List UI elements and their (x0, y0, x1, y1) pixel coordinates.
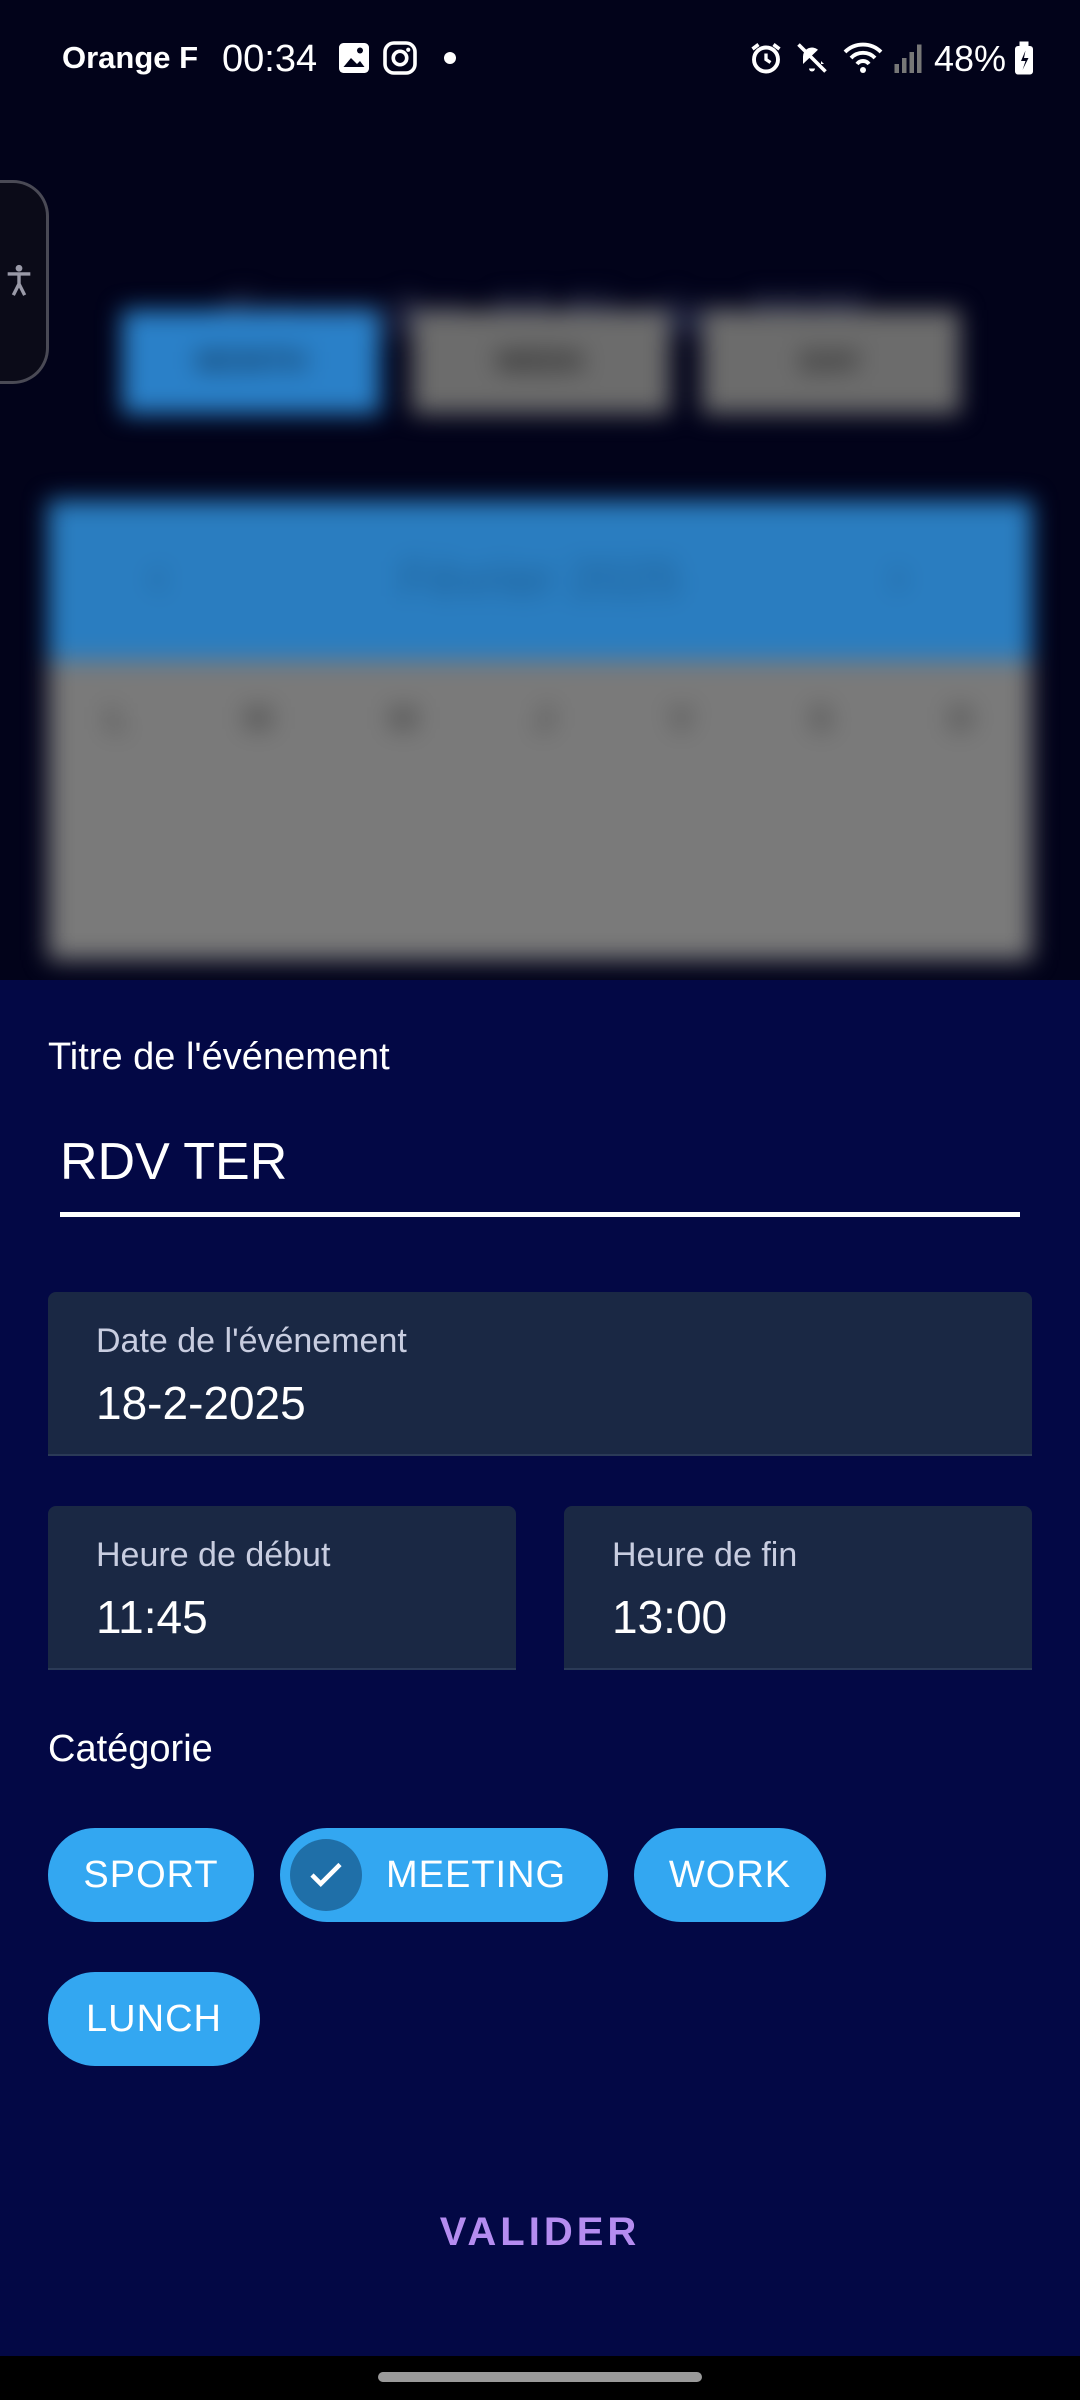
tab-month: MONTH (122, 310, 380, 414)
category-chip-sport[interactable]: SPORT (48, 1828, 254, 1922)
event-title-label: Titre de l'événement (48, 1036, 390, 1078)
calendar-header: ‹ Février 2025 › (48, 500, 1032, 660)
category-chip-work[interactable]: WORK (634, 1828, 826, 1922)
event-title-input[interactable]: RDV TER (60, 1132, 1020, 1217)
accessibility-icon (7, 264, 31, 296)
start-time-value: 11:45 (96, 1591, 208, 1643)
event-date-field[interactable]: Date de l'événement 18-2-2025 (48, 1292, 1032, 1456)
weekday: M (244, 700, 273, 738)
alarm-icon (751, 43, 781, 74)
event-date-value: 18-2-2025 (96, 1377, 306, 1429)
chip-label: MEETING (386, 1853, 567, 1896)
end-time-label: Heure de fin (612, 1536, 798, 1574)
weekday: L (106, 700, 128, 738)
background-calendar-app: dimanche, 16 février 2025 MONTH WEEK DAY… (0, 120, 1080, 980)
start-time-field[interactable]: Heure de début 11:45 (48, 1506, 516, 1670)
signal-icon (894, 44, 922, 73)
chip-label: SPORT (83, 1853, 219, 1896)
weekday: M (389, 700, 418, 738)
tab-day: DAY (702, 310, 960, 414)
dot-icon (444, 52, 456, 64)
event-form-sheet: Titre de l'événement RDV TER Date de l'é… (0, 980, 1080, 2356)
mute-icon (797, 43, 827, 73)
start-time-label: Heure de début (96, 1536, 331, 1574)
weekday: D (949, 700, 974, 738)
end-time-field[interactable]: Heure de fin 13:00 (564, 1506, 1032, 1670)
chip-label: LUNCH (86, 1997, 222, 2040)
category-chip-lunch[interactable]: LUNCH (48, 1972, 260, 2066)
weekday: J (534, 700, 554, 738)
chip-label: WORK (668, 1853, 792, 1896)
check-icon (290, 1839, 362, 1911)
battery-percentage: 48% (934, 38, 1007, 79)
wifi-icon (843, 42, 883, 73)
carrier-name: Orange F (62, 40, 199, 75)
event-date-label: Date de l'événement (96, 1322, 407, 1360)
gallery-icon (339, 43, 369, 73)
weekday: V (670, 700, 693, 738)
accessibility-menu-handle[interactable] (0, 180, 49, 384)
validate-button[interactable]: VALIDER (0, 2210, 1080, 2255)
calendar-month-label: Février 2025 (399, 551, 681, 607)
instagram-icon (383, 41, 417, 75)
tab-week: WEEK (412, 310, 670, 414)
battery-icon (1015, 41, 1033, 75)
category-label: Catégorie (48, 1728, 213, 1770)
navigation-bar (0, 2356, 1080, 2400)
clock: 00:34 (222, 38, 318, 80)
weekday-row: L M M J V S D (48, 700, 1032, 739)
next-month-icon: › (888, 541, 908, 608)
end-time-value: 13:00 (612, 1591, 728, 1643)
home-gesture-handle[interactable] (378, 2372, 702, 2382)
status-bar: Orange F 00:34 48% (0, 0, 1080, 120)
category-chip-meeting[interactable]: MEETING (280, 1828, 608, 1922)
weekday: S (809, 700, 833, 738)
